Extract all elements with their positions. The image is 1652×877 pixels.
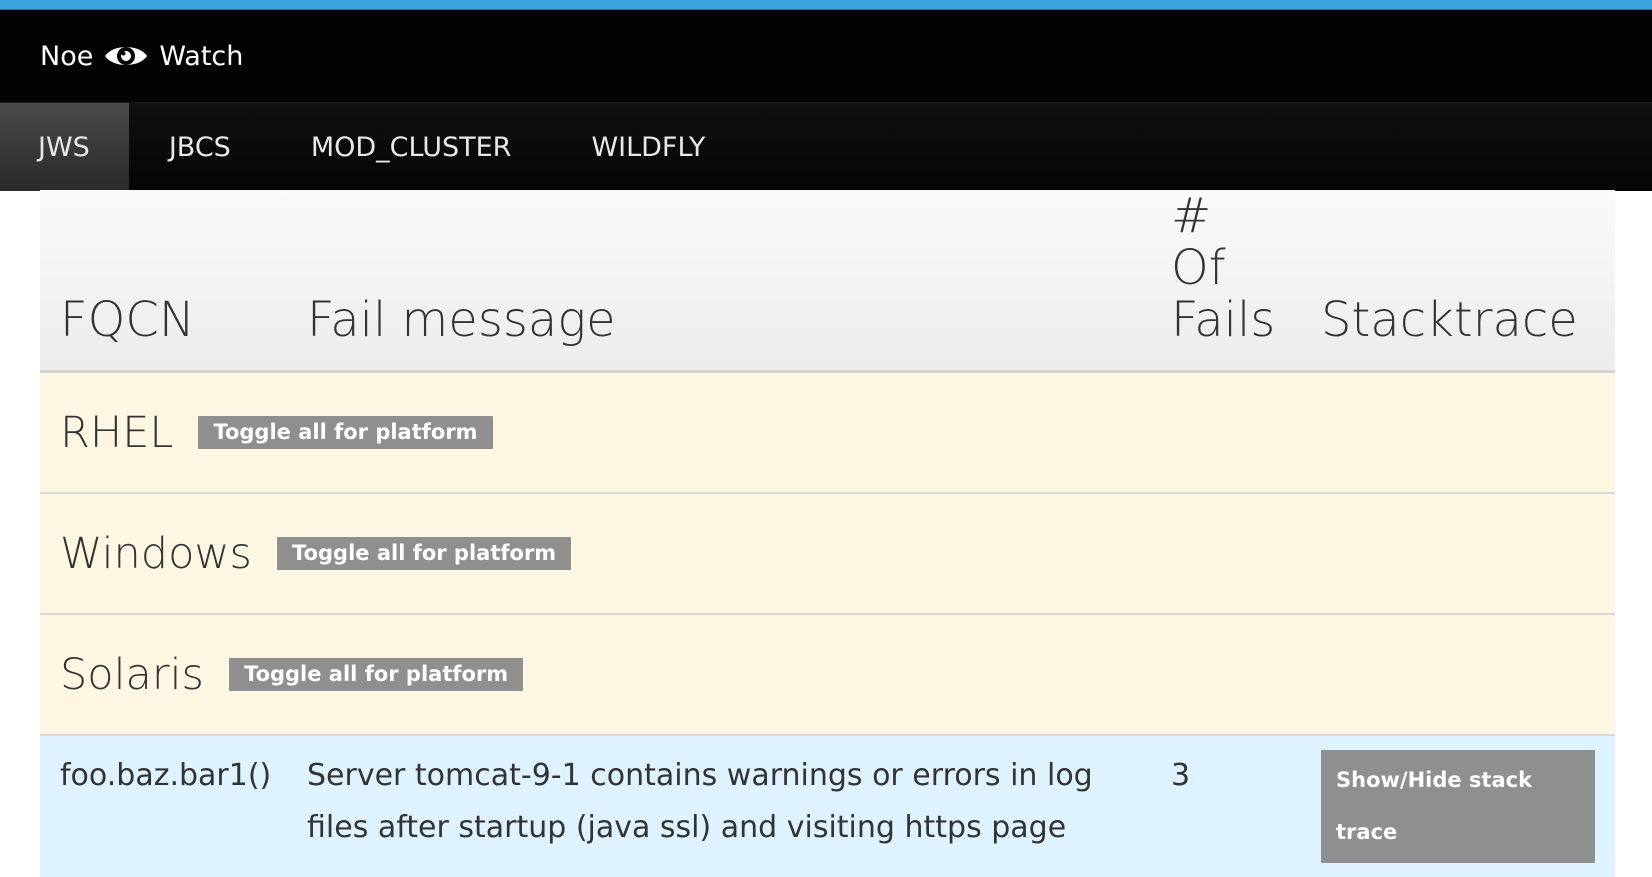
nav-tab-wildfly[interactable]: WILDFLY	[551, 103, 745, 191]
platform-name: RHEL	[60, 407, 174, 458]
failures-table: FQCN Fail message # Of Fails Stacktrace …	[40, 190, 1615, 877]
toggle-platform-button[interactable]: Toggle all for platform	[229, 658, 524, 691]
eye-icon[interactable]	[103, 42, 149, 70]
platform-row-windows: Windows Toggle all for platform	[40, 493, 1615, 615]
platform-cell: Solaris Toggle all for platform	[40, 614, 1615, 736]
brand-name-left[interactable]: Noe	[40, 41, 93, 72]
platform-row-solaris: Solaris Toggle all for platform	[40, 614, 1615, 736]
platform-cell: RHEL Toggle all for platform	[40, 371, 1615, 494]
header-num-fails-line2: Fails	[1171, 292, 1276, 348]
show-hide-stack-trace-button[interactable]: Show/Hide stack trace	[1321, 750, 1595, 863]
nav-tab-mod-cluster[interactable]: MOD_CLUSTER	[271, 103, 552, 191]
platform-cell: Windows Toggle all for platform	[40, 493, 1615, 615]
platform-name: Windows	[60, 528, 252, 579]
table-row: foo.baz.bar1() Server tomcat-9-1 contain…	[40, 735, 1615, 877]
nav-tab-jws[interactable]: JWS	[0, 103, 129, 191]
top-accent-line	[0, 0, 1652, 10]
brand-name-right[interactable]: Watch	[159, 41, 243, 72]
header-num-fails: # Of Fails	[1151, 188, 1301, 373]
platform-row-rhel: RHEL Toggle all for platform	[40, 371, 1615, 494]
fail-message-cell: Server tomcat-9-1 contains warnings or e…	[287, 735, 1151, 877]
results-content: FQCN Fail message # Of Fails Stacktrace …	[40, 190, 1615, 877]
fqcn-cell: foo.baz.bar1()	[40, 735, 287, 877]
main-nav: JWS JBCS MOD_CLUSTER WILDFLY	[0, 102, 1652, 191]
platform-name: Solaris	[60, 649, 204, 700]
toggle-platform-button[interactable]: Toggle all for platform	[277, 537, 572, 570]
stacktrace-cell: Show/Hide stack trace	[1301, 735, 1615, 877]
nav-tab-jbcs[interactable]: JBCS	[129, 103, 271, 191]
toggle-platform-button[interactable]: Toggle all for platform	[198, 416, 493, 449]
table-header-row: FQCN Fail message # Of Fails Stacktrace	[40, 188, 1615, 373]
header-num-fails-line1: # Of	[1171, 188, 1226, 296]
header-fqcn: FQCN	[40, 190, 287, 373]
header-fail-message: Fail message	[287, 190, 1151, 373]
header-stacktrace: Stacktrace	[1301, 190, 1615, 373]
num-fails-cell: 3	[1151, 735, 1301, 877]
brand-bar: Noe Watch	[0, 10, 1652, 102]
